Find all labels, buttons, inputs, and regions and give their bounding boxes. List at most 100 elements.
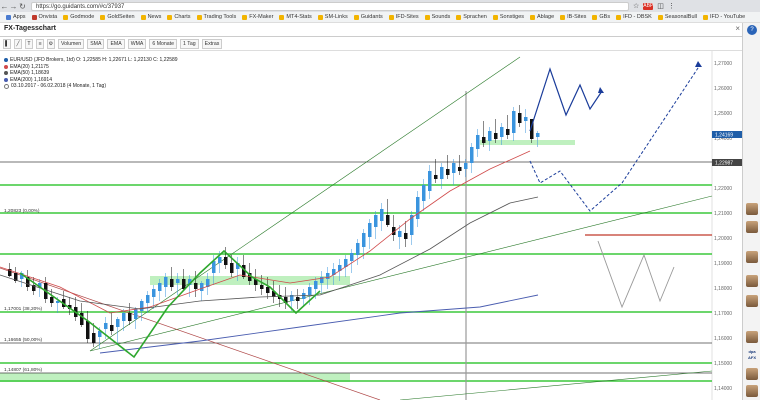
bookmark-label: Sprachen bbox=[463, 14, 487, 20]
extension-icon[interactable]: ◫ bbox=[657, 2, 664, 10]
bookmark-item[interactable]: Sounds bbox=[424, 14, 451, 20]
forward-icon[interactable]: → bbox=[9, 2, 18, 11]
legend-ohlc-text: O: 1,22585 H: 1,22671 L: 1,22130 C: 1,22… bbox=[76, 57, 178, 63]
candle-body bbox=[176, 279, 180, 283]
candle-body bbox=[170, 279, 174, 287]
chart-canvas[interactable]: 1,270001,260001,250001,240001,230001,220… bbox=[0, 51, 742, 401]
bookmark-label: GoldSeiten bbox=[107, 14, 135, 20]
bookmark-item[interactable]: IB-Sites bbox=[560, 14, 586, 20]
candle-body bbox=[500, 127, 504, 137]
bookmark-item[interactable]: Trading Tools bbox=[196, 14, 236, 20]
avatar[interactable] bbox=[746, 385, 758, 397]
app-root: ← → ↻ https://go.guidants.com/#c/37937 ☆… bbox=[0, 0, 760, 401]
folder-icon bbox=[424, 14, 430, 20]
clock-icon bbox=[4, 83, 9, 89]
help-icon[interactable]: ? bbox=[747, 25, 757, 35]
bookmark-label: Godmode bbox=[70, 14, 95, 20]
avatar[interactable] bbox=[746, 368, 758, 380]
price-axis-label: 1,20000 bbox=[714, 236, 732, 242]
bookmark-item[interactable]: Ablage bbox=[530, 14, 554, 20]
bookmark-item[interactable]: SeasonalBull bbox=[657, 14, 697, 20]
text-tool-icon[interactable]: T bbox=[25, 38, 33, 49]
candle-body bbox=[260, 285, 264, 289]
bookmark-item[interactable]: Sprachen bbox=[456, 14, 487, 20]
candle-body bbox=[164, 277, 168, 287]
ema50-icon bbox=[4, 71, 8, 76]
bookmark-item[interactable]: SM-Links bbox=[317, 14, 348, 20]
price-badge-label: 1,24169 bbox=[715, 132, 733, 138]
settings-icon[interactable]: ⚙ bbox=[47, 38, 55, 49]
bookmark-item[interactable]: News bbox=[140, 14, 161, 20]
bookmark-item[interactable]: IFD - YouTube bbox=[702, 14, 745, 20]
candle-body bbox=[224, 257, 228, 265]
candle-body bbox=[488, 131, 492, 141]
bookmarks-bar: Apps Onvista Godmode GoldSeiten News Charts Tr… bbox=[0, 12, 760, 23]
fib-level-label: 1,14807 (61,80%) bbox=[4, 367, 43, 373]
avatar[interactable] bbox=[746, 203, 758, 215]
avatar[interactable] bbox=[746, 251, 758, 263]
candle-body bbox=[212, 261, 216, 273]
bookmark-item[interactable]: Apps bbox=[6, 14, 26, 20]
back-icon[interactable]: ← bbox=[0, 2, 9, 11]
adblock-icon[interactable]: ABP bbox=[643, 2, 653, 10]
candle-body bbox=[398, 231, 402, 237]
toolbar-item-ema[interactable]: EMA bbox=[107, 38, 125, 49]
candle-body bbox=[86, 321, 90, 339]
candle-body bbox=[200, 283, 204, 291]
bookmark-item[interactable]: Godmode bbox=[63, 14, 94, 20]
toolbar-item-volumen[interactable]: Volumen bbox=[58, 38, 85, 49]
candle-body bbox=[302, 293, 306, 299]
instrument-icon bbox=[4, 58, 8, 63]
folder-icon bbox=[492, 14, 498, 20]
chart-toolbar: ▌ ╱ T ≡ ⚙ Volumen SMA EMA WMA 6 Monate 1 Tag E… bbox=[0, 37, 742, 51]
menu-icon[interactable]: ⋮ bbox=[668, 2, 675, 10]
bookmark-item[interactable]: Charts bbox=[167, 14, 191, 20]
candle-body bbox=[506, 129, 510, 135]
star-icon[interactable]: ☆ bbox=[633, 2, 639, 10]
toolbar-item-wma[interactable]: WMA bbox=[127, 38, 147, 49]
bookmark-item[interactable]: Onvista bbox=[31, 14, 57, 20]
forecast-path-grey bbox=[597, 240, 675, 309]
support-zone bbox=[480, 140, 575, 145]
draw-tool-icon[interactable]: ╱ bbox=[14, 38, 22, 49]
toolbar-item-extras[interactable]: Extras bbox=[201, 38, 223, 49]
broker-logo-icon[interactable]: dpa AFX bbox=[746, 349, 758, 361]
fib-tool-icon[interactable]: ≡ bbox=[36, 38, 44, 49]
toolbar-item-1-tag[interactable]: 1 Tag bbox=[180, 38, 199, 49]
avatar[interactable] bbox=[746, 275, 758, 287]
bookmark-item[interactable]: Sonstiges bbox=[492, 14, 524, 20]
bookmark-item[interactable]: IFD - DBSK bbox=[616, 14, 652, 20]
candle-body bbox=[116, 319, 120, 327]
candle-body bbox=[314, 281, 318, 289]
price-axis-label: 1,16000 bbox=[714, 336, 732, 342]
bookmark-label: SeasonalBull bbox=[664, 14, 697, 20]
candle-body bbox=[152, 289, 156, 297]
bookmark-item[interactable]: GoldSeiten bbox=[100, 14, 135, 20]
chart-type-icon[interactable]: ▌ bbox=[3, 38, 11, 49]
reload-icon[interactable]: ↻ bbox=[18, 2, 27, 11]
bookmark-item[interactable]: Guidants bbox=[353, 14, 383, 20]
candle-body bbox=[380, 209, 384, 221]
bookmark-label: Sounds bbox=[431, 14, 451, 20]
bookmark-item[interactable]: FX-Maker bbox=[242, 14, 273, 20]
candle-body bbox=[104, 323, 108, 329]
bookmark-item[interactable]: MT4-Stats bbox=[279, 14, 312, 20]
candle-body bbox=[434, 175, 438, 179]
candle-body bbox=[494, 133, 498, 139]
bookmark-item[interactable]: GBs bbox=[592, 14, 610, 20]
right-sidebar: ? dpa AFX bbox=[742, 23, 760, 400]
close-icon[interactable]: × bbox=[735, 24, 740, 33]
candle-body bbox=[140, 301, 144, 311]
url-input[interactable]: https://go.guidants.com/#c/37937 bbox=[31, 1, 629, 11]
avatar[interactable] bbox=[746, 295, 758, 307]
folder-icon bbox=[242, 14, 248, 20]
toolbar-item-sma[interactable]: SMA bbox=[87, 38, 105, 49]
avatar[interactable] bbox=[746, 331, 758, 343]
avatar[interactable] bbox=[746, 221, 758, 233]
bookmark-item[interactable]: IFD-Sites bbox=[388, 14, 419, 20]
bookmark-label: Ablage bbox=[537, 14, 555, 20]
legend-range: 03.10.2017 - 06.02.2018 (4 Monate, 1 Tag… bbox=[4, 83, 178, 90]
toolbar-item-6-monate[interactable]: 6 Monate bbox=[149, 38, 178, 49]
price-axis-label: 1,18000 bbox=[714, 286, 732, 292]
chart-area[interactable]: 1,270001,260001,250001,240001,230001,220… bbox=[0, 51, 742, 401]
